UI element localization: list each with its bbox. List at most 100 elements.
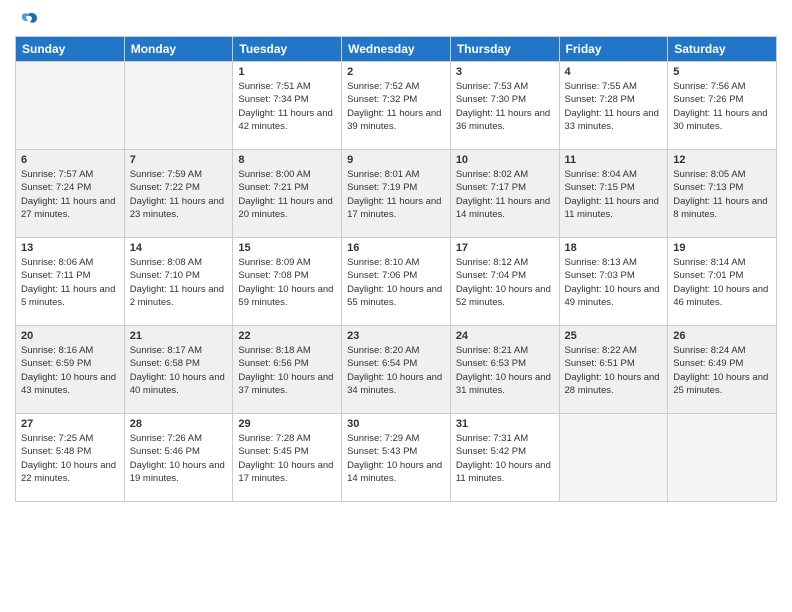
day-number: 12: [673, 154, 771, 166]
day-info: Sunrise: 8:05 AMSunset: 7:13 PMDaylight:…: [673, 168, 771, 221]
day-info: Sunrise: 8:24 AMSunset: 6:49 PMDaylight:…: [673, 344, 771, 397]
calendar-header-row: SundayMondayTuesdayWednesdayThursdayFrid…: [16, 37, 777, 62]
day-number: 20: [21, 330, 119, 342]
day-number: 29: [238, 418, 336, 430]
calendar-day-cell: 4 Sunrise: 7:55 AMSunset: 7:28 PMDaylight…: [559, 62, 668, 150]
day-number: 6: [21, 154, 119, 166]
header: [15, 10, 777, 28]
day-info: Sunrise: 8:08 AMSunset: 7:10 PMDaylight:…: [130, 256, 228, 309]
day-info: Sunrise: 8:00 AMSunset: 7:21 PMDaylight:…: [238, 168, 336, 221]
logo: [15, 10, 39, 28]
day-number: 28: [130, 418, 228, 430]
day-info: Sunrise: 8:22 AMSunset: 6:51 PMDaylight:…: [565, 344, 663, 397]
day-number: 11: [565, 154, 663, 166]
day-number: 22: [238, 330, 336, 342]
calendar-day-cell: 20 Sunrise: 8:16 AMSunset: 6:59 PMDayligh…: [16, 326, 125, 414]
day-info: Sunrise: 8:09 AMSunset: 7:08 PMDaylight:…: [238, 256, 336, 309]
day-info: Sunrise: 7:51 AMSunset: 7:34 PMDaylight:…: [238, 80, 336, 133]
day-info: Sunrise: 8:12 AMSunset: 7:04 PMDaylight:…: [456, 256, 554, 309]
day-info: Sunrise: 7:25 AMSunset: 5:48 PMDaylight:…: [21, 432, 119, 485]
calendar-day-cell: 23 Sunrise: 8:20 AMSunset: 6:54 PMDayligh…: [342, 326, 451, 414]
calendar-day-cell: 18 Sunrise: 8:13 AMSunset: 7:03 PMDayligh…: [559, 238, 668, 326]
calendar-day-cell: 21Sunrise: 8:17 AMSunset: 6:58 PMDayligh…: [124, 326, 233, 414]
calendar-day-cell: 16Sunrise: 8:10 AMSunset: 7:06 PMDayligh…: [342, 238, 451, 326]
day-number: 5: [673, 66, 771, 78]
day-info: Sunrise: 7:31 AMSunset: 5:42 PMDaylight:…: [456, 432, 554, 485]
day-header-thursday: Thursday: [450, 37, 559, 62]
day-number: 26: [673, 330, 771, 342]
calendar-day-cell: 7 Sunrise: 7:59 AMSunset: 7:22 PMDaylight…: [124, 150, 233, 238]
calendar-day-cell: 8 Sunrise: 8:00 AMSunset: 7:21 PMDaylight…: [233, 150, 342, 238]
day-info: Sunrise: 7:56 AMSunset: 7:26 PMDaylight:…: [673, 80, 771, 133]
calendar-day-cell: [16, 62, 125, 150]
day-number: 1: [238, 66, 336, 78]
day-number: 2: [347, 66, 445, 78]
calendar-day-cell: 13 Sunrise: 8:06 AMSunset: 7:11 PMDayligh…: [16, 238, 125, 326]
day-info: Sunrise: 7:26 AMSunset: 5:46 PMDaylight:…: [130, 432, 228, 485]
calendar-day-cell: 17 Sunrise: 8:12 AMSunset: 7:04 PMDayligh…: [450, 238, 559, 326]
day-header-monday: Monday: [124, 37, 233, 62]
calendar-day-cell: 14 Sunrise: 8:08 AMSunset: 7:10 PMDayligh…: [124, 238, 233, 326]
day-info: Sunrise: 7:29 AMSunset: 5:43 PMDaylight:…: [347, 432, 445, 485]
calendar-day-cell: 5 Sunrise: 7:56 AMSunset: 7:26 PMDaylight…: [668, 62, 777, 150]
day-header-tuesday: Tuesday: [233, 37, 342, 62]
calendar-day-cell: 12 Sunrise: 8:05 AMSunset: 7:13 PMDayligh…: [668, 150, 777, 238]
day-info: Sunrise: 7:52 AMSunset: 7:32 PMDaylight:…: [347, 80, 445, 133]
calendar-day-cell: [124, 62, 233, 150]
calendar-day-cell: 26 Sunrise: 8:24 AMSunset: 6:49 PMDayligh…: [668, 326, 777, 414]
day-info: Sunrise: 8:16 AMSunset: 6:59 PMDaylight:…: [21, 344, 119, 397]
calendar-week-row: 13 Sunrise: 8:06 AMSunset: 7:11 PMDayligh…: [16, 238, 777, 326]
calendar-day-cell: 30 Sunrise: 7:29 AMSunset: 5:43 PMDayligh…: [342, 414, 451, 502]
day-number: 3: [456, 66, 554, 78]
day-number: 16: [347, 242, 445, 254]
calendar-day-cell: 25Sunrise: 8:22 AMSunset: 6:51 PMDayligh…: [559, 326, 668, 414]
day-info: Sunrise: 8:18 AMSunset: 6:56 PMDaylight:…: [238, 344, 336, 397]
calendar-day-cell: 11Sunrise: 8:04 AMSunset: 7:15 PMDayligh…: [559, 150, 668, 238]
day-number: 27: [21, 418, 119, 430]
calendar-week-row: 27 Sunrise: 7:25 AMSunset: 5:48 PMDayligh…: [16, 414, 777, 502]
day-info: Sunrise: 8:17 AMSunset: 6:58 PMDaylight:…: [130, 344, 228, 397]
calendar-day-cell: 19Sunrise: 8:14 AMSunset: 7:01 PMDayligh…: [668, 238, 777, 326]
day-number: 13: [21, 242, 119, 254]
day-number: 8: [238, 154, 336, 166]
calendar-day-cell: 31 Sunrise: 7:31 AMSunset: 5:42 PMDayligh…: [450, 414, 559, 502]
day-info: Sunrise: 8:21 AMSunset: 6:53 PMDaylight:…: [456, 344, 554, 397]
day-number: 23: [347, 330, 445, 342]
calendar: SundayMondayTuesdayWednesdayThursdayFrid…: [15, 36, 777, 502]
day-number: 9: [347, 154, 445, 166]
day-info: Sunrise: 7:55 AMSunset: 7:28 PMDaylight:…: [565, 80, 663, 133]
page: SundayMondayTuesdayWednesdayThursdayFrid…: [0, 0, 792, 612]
day-info: Sunrise: 7:59 AMSunset: 7:22 PMDaylight:…: [130, 168, 228, 221]
calendar-week-row: 6 Sunrise: 7:57 AMSunset: 7:24 PMDaylight…: [16, 150, 777, 238]
day-number: 4: [565, 66, 663, 78]
calendar-day-cell: 27 Sunrise: 7:25 AMSunset: 5:48 PMDayligh…: [16, 414, 125, 502]
day-info: Sunrise: 7:57 AMSunset: 7:24 PMDaylight:…: [21, 168, 119, 221]
calendar-day-cell: 3Sunrise: 7:53 AMSunset: 7:30 PMDaylight…: [450, 62, 559, 150]
calendar-day-cell: 2 Sunrise: 7:52 AMSunset: 7:32 PMDaylight…: [342, 62, 451, 150]
day-number: 14: [130, 242, 228, 254]
day-number: 30: [347, 418, 445, 430]
calendar-day-cell: 1 Sunrise: 7:51 AMSunset: 7:34 PMDaylight…: [233, 62, 342, 150]
calendar-day-cell: 28 Sunrise: 7:26 AMSunset: 5:46 PMDayligh…: [124, 414, 233, 502]
day-info: Sunrise: 8:13 AMSunset: 7:03 PMDaylight:…: [565, 256, 663, 309]
day-number: 10: [456, 154, 554, 166]
day-header-saturday: Saturday: [668, 37, 777, 62]
day-number: 18: [565, 242, 663, 254]
day-info: Sunrise: 7:28 AMSunset: 5:45 PMDaylight:…: [238, 432, 336, 485]
calendar-day-cell: 29 Sunrise: 7:28 AMSunset: 5:45 PMDayligh…: [233, 414, 342, 502]
calendar-week-row: 1 Sunrise: 7:51 AMSunset: 7:34 PMDaylight…: [16, 62, 777, 150]
calendar-day-cell: [559, 414, 668, 502]
day-number: 31: [456, 418, 554, 430]
calendar-day-cell: 9Sunrise: 8:01 AMSunset: 7:19 PMDaylight…: [342, 150, 451, 238]
day-number: 24: [456, 330, 554, 342]
day-info: Sunrise: 8:20 AMSunset: 6:54 PMDaylight:…: [347, 344, 445, 397]
day-number: 15: [238, 242, 336, 254]
day-header-wednesday: Wednesday: [342, 37, 451, 62]
day-header-friday: Friday: [559, 37, 668, 62]
day-info: Sunrise: 8:06 AMSunset: 7:11 PMDaylight:…: [21, 256, 119, 309]
day-number: 19: [673, 242, 771, 254]
calendar-day-cell: 15 Sunrise: 8:09 AMSunset: 7:08 PMDayligh…: [233, 238, 342, 326]
day-number: 7: [130, 154, 228, 166]
day-header-sunday: Sunday: [16, 37, 125, 62]
day-number: 17: [456, 242, 554, 254]
